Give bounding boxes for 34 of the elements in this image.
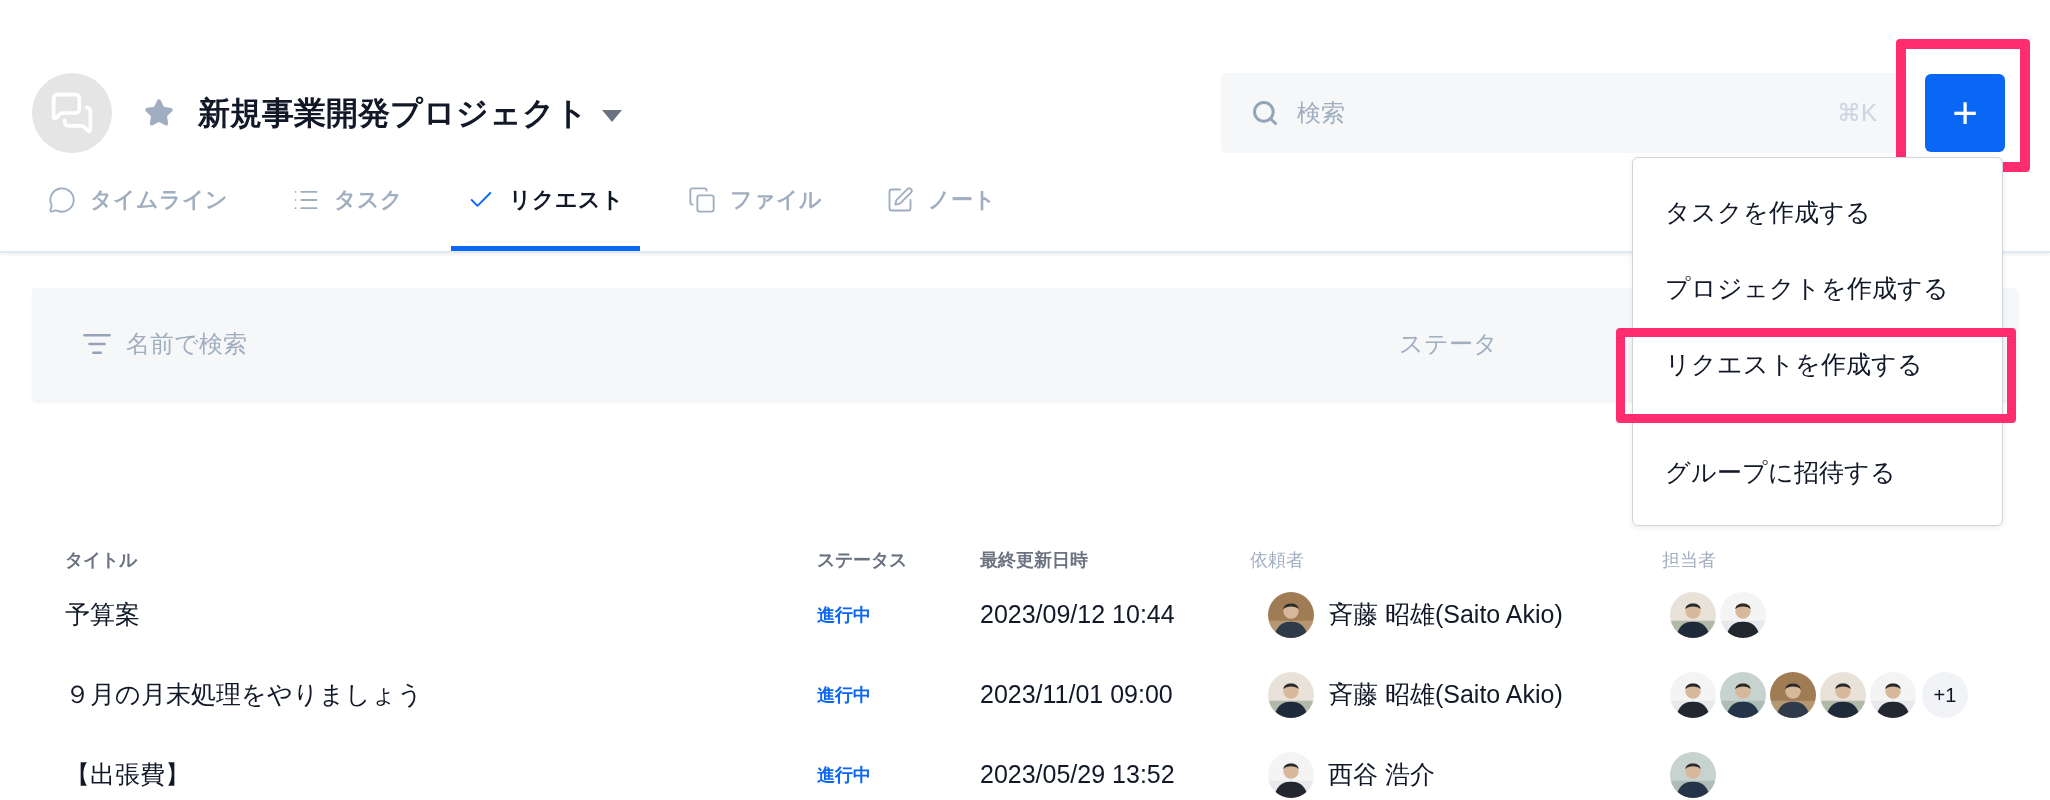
menu-item[interactable]: リクエストを作成する bbox=[1616, 328, 2016, 423]
column-header: 担当者 bbox=[1662, 548, 1717, 572]
tab-icon bbox=[886, 185, 914, 214]
request-title[interactable]: 予算案 bbox=[65, 596, 817, 634]
requester-name: 斉藤 昭雄(Saito Akio) bbox=[1328, 679, 1563, 711]
search-icon bbox=[1251, 99, 1279, 127]
project-title: 新規事業開発プロジェクト bbox=[198, 94, 588, 133]
column-header: ステータス bbox=[817, 548, 908, 572]
chat-bubbles-icon bbox=[50, 91, 94, 135]
search-input[interactable]: 検索 bbox=[1297, 95, 1837, 131]
status-label: 進行中 bbox=[817, 763, 872, 787]
tab-icon bbox=[688, 185, 716, 214]
tab-icon bbox=[48, 185, 76, 214]
name-search-field[interactable]: 名前で検索 bbox=[126, 326, 626, 362]
menu-item[interactable]: タスクを作成する bbox=[1633, 185, 2002, 241]
more-count[interactable]: +1 bbox=[1922, 672, 1968, 718]
status-label: 進行中 bbox=[817, 603, 872, 627]
column-header: 最終更新日時 bbox=[980, 548, 1089, 572]
column-header: 依頼者 bbox=[1250, 548, 1305, 572]
menu-item[interactable]: プロジェクトを作成する bbox=[1633, 261, 2002, 317]
column-header: タイトル bbox=[65, 548, 139, 572]
request-title[interactable]: 【出張費】 bbox=[65, 756, 817, 794]
status-label: 進行中 bbox=[817, 683, 872, 707]
star-icon[interactable] bbox=[144, 98, 174, 128]
menu-item[interactable]: グループに招待する bbox=[1633, 445, 2002, 501]
requester-name: 斉藤 昭雄(Saito Akio) bbox=[1328, 599, 1563, 631]
requester-name: 西谷 浩介 bbox=[1328, 759, 1435, 791]
create-button[interactable]: + bbox=[1925, 74, 2005, 152]
updated-time: 2023/11/01 09:00 bbox=[980, 679, 1174, 711]
tab[interactable]: リクエスト bbox=[451, 153, 640, 251]
updated-time: 2023/05/29 13:52 bbox=[980, 759, 1176, 791]
request-title[interactable]: ９月の月末処理をやりましょう bbox=[65, 676, 817, 714]
caret-icon[interactable] bbox=[602, 110, 622, 122]
updated-time: 2023/09/12 10:44 bbox=[980, 599, 1176, 631]
